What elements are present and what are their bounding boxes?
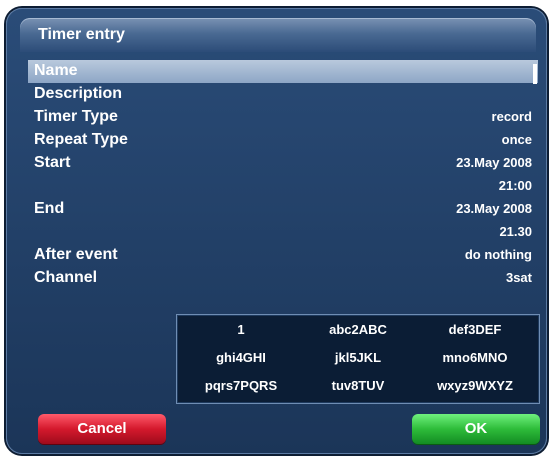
text-input-keypad: 1 abc2ABC def3DEF ghi4GHI jkl5JKL mno6MN…	[176, 314, 540, 404]
key-1[interactable]: 1	[181, 319, 301, 341]
field-end-date-value[interactable]: 23.May 2008	[456, 201, 532, 216]
key-7[interactable]: pqrs7PQRS	[181, 375, 301, 397]
field-channel[interactable]: Channel 3sat	[28, 267, 538, 290]
timer-form: Name Description Timer Type record Repea…	[28, 60, 538, 290]
field-description[interactable]: Description	[28, 83, 538, 106]
cancel-button[interactable]: Cancel	[38, 414, 166, 444]
field-after-event-label: After event	[34, 246, 118, 263]
key-8[interactable]: tuv8TUV	[298, 375, 418, 397]
field-start-time[interactable]: 21:00	[28, 175, 538, 198]
field-description-label: Description	[34, 85, 123, 102]
field-name[interactable]: Name	[28, 60, 538, 83]
field-timer-type-label: Timer Type	[34, 108, 118, 125]
field-channel-value[interactable]: 3sat	[506, 270, 532, 285]
field-end-label: End	[34, 200, 65, 217]
field-start-time-value[interactable]: 21:00	[499, 178, 532, 193]
field-name-label: Name	[34, 62, 78, 79]
scrollbar[interactable]	[533, 64, 537, 84]
titlebar: Timer entry	[20, 18, 536, 52]
key-6[interactable]: mno6MNO	[415, 347, 535, 369]
key-3[interactable]: def3DEF	[415, 319, 535, 341]
ok-button[interactable]: OK	[412, 414, 540, 444]
field-start-date-value[interactable]: 23.May 2008	[456, 155, 532, 170]
field-end-date[interactable]: End 23.May 2008	[28, 198, 538, 221]
field-end-time[interactable]: 21.30	[28, 221, 538, 244]
field-after-event[interactable]: After event do nothing	[28, 244, 538, 267]
field-after-event-value[interactable]: do nothing	[465, 247, 532, 262]
field-end-time-value[interactable]: 21.30	[499, 224, 532, 239]
key-2[interactable]: abc2ABC	[298, 319, 418, 341]
window-title: Timer entry	[38, 26, 125, 43]
field-start-date[interactable]: Start 23.May 2008	[28, 152, 538, 175]
timer-entry-dialog: Timer entry Name Description Timer Type …	[6, 8, 547, 454]
field-timer-type[interactable]: Timer Type record	[28, 106, 538, 129]
field-repeat-type[interactable]: Repeat Type once	[28, 129, 538, 152]
field-timer-type-value[interactable]: record	[492, 109, 532, 124]
key-9[interactable]: wxyz9WXYZ	[415, 375, 535, 397]
field-channel-label: Channel	[34, 269, 98, 286]
key-5[interactable]: jkl5JKL	[298, 347, 418, 369]
field-repeat-type-value[interactable]: once	[502, 132, 532, 147]
field-repeat-type-label: Repeat Type	[34, 131, 128, 148]
key-4[interactable]: ghi4GHI	[181, 347, 301, 369]
field-start-label: Start	[34, 154, 71, 171]
